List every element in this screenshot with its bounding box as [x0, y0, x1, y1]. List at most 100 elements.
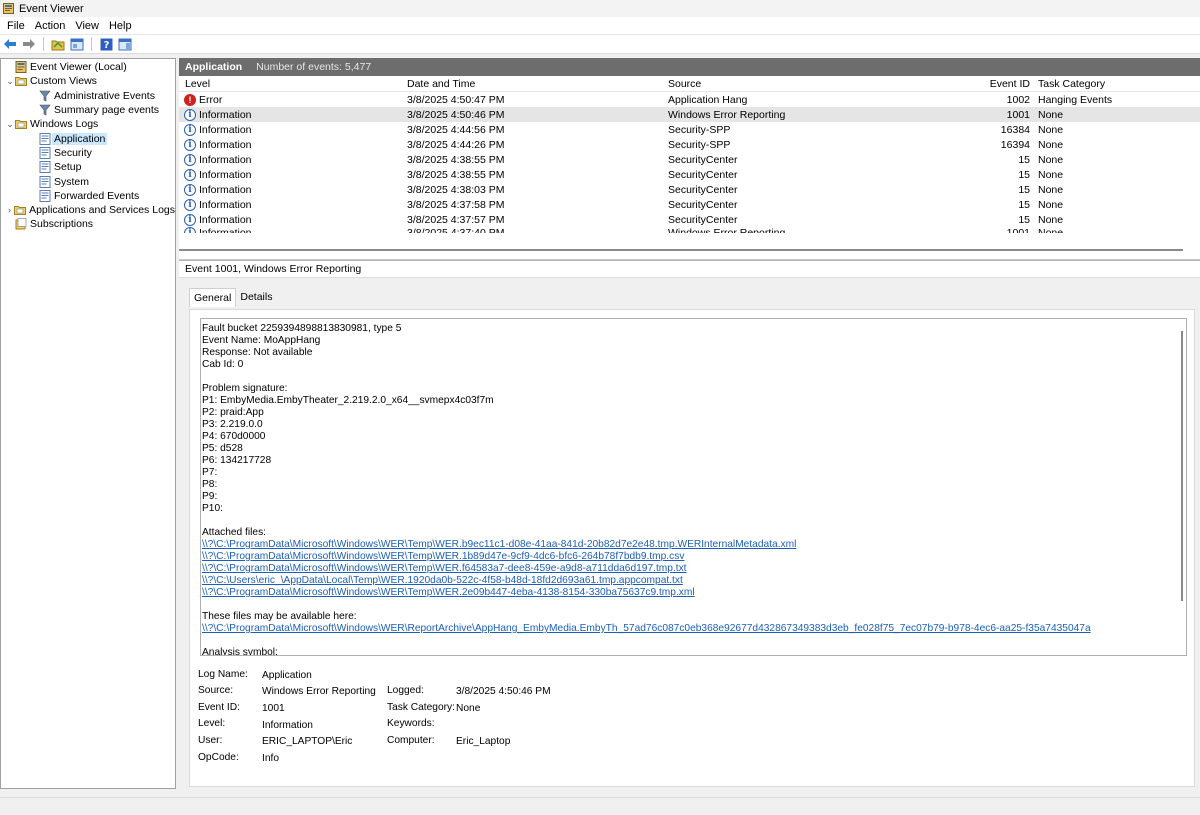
tree-item-security[interactable]: Security — [1, 146, 175, 160]
detail-tabs: General Details — [189, 288, 276, 307]
prop-logged-value: 3/8/2025 4:50:46 PM — [456, 686, 551, 697]
folder-icon — [15, 75, 30, 87]
tree-item-system[interactable]: System — [1, 174, 175, 188]
help-icon[interactable]: ? — [98, 36, 114, 52]
event-row[interactable]: i Information 3/8/2025 4:38:55 PM SecurityC… — [179, 167, 1200, 182]
show-hide-pane-icon[interactable] — [117, 36, 133, 52]
toolbar: ? — [0, 34, 1200, 54]
menu-action[interactable]: Action — [30, 20, 71, 32]
prop-task-category-value: None — [456, 703, 481, 714]
event-description-box[interactable]: Fault bucket 2259394898813830981, type 5… — [200, 318, 1187, 656]
file-path-link[interactable]: \\?\C:\Users\eric_\AppData\Local\Temp\WE… — [202, 575, 1091, 587]
prop-task-category-label: Task Category: — [387, 702, 455, 713]
file-path-link[interactable]: \\?\C:\ProgramData\Microsoft\Windows\WER… — [202, 551, 1091, 563]
prop-level-label: Level: — [198, 718, 226, 729]
open-folder-icon[interactable] — [50, 36, 66, 52]
event-source-cell: Windows Error Reporting — [668, 108, 786, 121]
expand-chevron-icon[interactable]: › — [5, 205, 14, 215]
file-path-link[interactable]: \\?\C:\ProgramData\Microsoft\Windows\WER… — [202, 563, 1091, 575]
event-task-cell: None — [1038, 183, 1064, 196]
description-line: Cab Id: 0 — [202, 359, 244, 370]
file-path-link[interactable]: \\?\C:\ProgramData\Microsoft\Windows\WER… — [202, 623, 1091, 635]
event-source-cell: SecurityCenter — [668, 183, 738, 196]
forward-arrow-icon[interactable] — [21, 36, 37, 52]
event-row[interactable]: i Information 3/8/2025 4:37:57 PM SecurityC… — [179, 212, 1200, 227]
event-level-text: Information — [199, 198, 252, 211]
column-header-task-category[interactable]: Task Category — [1038, 78, 1188, 90]
event-task-cell: None — [1038, 168, 1064, 181]
prop-computer-value: Eric_Laptop — [456, 736, 511, 747]
description-line: P2: praid:App — [202, 407, 264, 418]
information-icon: i — [184, 227, 196, 233]
event-description-text: Fault bucket 2259394898813830981, type 5… — [202, 323, 1091, 655]
column-header-level[interactable]: Level — [179, 78, 401, 90]
tree-item-custom-views[interactable]: ⌄ Custom Views — [1, 74, 175, 88]
event-row[interactable]: i Information 3/8/2025 4:38:55 PM SecurityC… — [179, 152, 1200, 167]
event-row[interactable]: i Information 3/8/2025 4:38:03 PM SecurityC… — [179, 182, 1200, 197]
tree-item-applications-and-services-logs[interactable]: › Applications and Services Logs — [1, 203, 175, 217]
window-title: Event Viewer — [19, 2, 84, 15]
description-line — [202, 371, 1091, 383]
event-row[interactable]: ! Error 3/8/2025 4:50:47 PM Application Han… — [179, 92, 1200, 107]
event-id-cell: 15 — [1018, 153, 1030, 166]
event-row[interactable]: i Information 3/8/2025 4:44:56 PM Security-… — [179, 122, 1200, 137]
tree-item-forwarded-events[interactable]: Forwarded Events — [1, 189, 175, 203]
event-level-text: Information — [199, 123, 252, 136]
event-source-cell: SecurityCenter — [668, 153, 738, 166]
tree-item-application[interactable]: Application — [1, 131, 175, 145]
event-viewer-app-icon — [3, 3, 14, 14]
menu-view[interactable]: View — [70, 20, 104, 32]
tree-item-setup[interactable]: Setup — [1, 160, 175, 174]
event-level-cell: i Information — [179, 123, 401, 136]
back-arrow-icon[interactable] — [2, 36, 18, 52]
description-vertical-scrollbar[interactable] — [1181, 331, 1183, 601]
prop-source-value: Windows Error Reporting — [262, 686, 376, 697]
expand-chevron-icon[interactable]: ⌄ — [5, 76, 15, 87]
event-row[interactable]: i Information 3/8/2025 4:37:58 PM SecurityC… — [179, 197, 1200, 212]
event-id-cell: 1001 — [1006, 108, 1030, 121]
column-header-source[interactable]: Source — [662, 78, 848, 90]
event-level-cell: i Information — [179, 108, 401, 121]
event-id-cell: 15 — [1018, 168, 1030, 181]
information-icon: i — [184, 213, 196, 226]
event-source-cell: Security-SPP — [668, 138, 731, 151]
description-line: Response: Not available — [202, 347, 313, 358]
tree-item-label: Custom Views — [30, 75, 97, 88]
description-line: Fault bucket 2259394898813830981, type 5 — [202, 323, 402, 334]
menu-file[interactable]: File — [2, 20, 30, 32]
filter-icon — [39, 90, 54, 102]
tree-item-summary-page-events[interactable]: Summary page events — [1, 103, 175, 117]
column-header-event-id[interactable]: Event ID — [848, 78, 1038, 90]
properties-icon[interactable] — [69, 36, 85, 52]
menu-help[interactable]: Help — [104, 20, 137, 32]
tree-item-subscriptions[interactable]: Subscriptions — [1, 217, 175, 231]
event-level-cell: i Information — [179, 183, 401, 196]
filter-icon — [39, 104, 54, 116]
event-date-cell: 3/8/2025 4:44:26 PM — [407, 138, 505, 151]
event-row[interactable]: i Information 3/8/2025 4:37:40 PM Windows E… — [179, 227, 1200, 233]
event-count: Number of events: 5,477 — [256, 61, 372, 73]
events-table[interactable]: Level Date and Time Source Event ID Task… — [179, 76, 1200, 260]
file-path-link[interactable]: \\?\C:\ProgramData\Microsoft\Windows\WER… — [202, 587, 1091, 599]
column-header-date[interactable]: Date and Time — [401, 78, 662, 90]
toolbar-separator — [43, 37, 44, 51]
events-horizontal-scrollbar[interactable] — [179, 249, 1183, 251]
expand-chevron-icon[interactable]: ⌄ — [5, 119, 15, 130]
event-date-cell: 3/8/2025 4:44:56 PM — [407, 123, 505, 136]
event-task-cell: None — [1038, 123, 1064, 136]
description-line: P4: 670d0000 — [202, 431, 266, 442]
event-id-cell: 16394 — [1000, 138, 1030, 151]
tree-item-event-viewer-local[interactable]: Event Viewer (Local) — [1, 60, 175, 74]
navigation-tree[interactable]: Event Viewer (Local) ⌄ Custom Views Adminis… — [0, 58, 176, 789]
tab-details[interactable]: Details — [236, 288, 276, 307]
tree-item-administrative-events[interactable]: Administrative Events — [1, 89, 175, 103]
event-row[interactable]: i Information 3/8/2025 4:50:46 PM Windows E… — [179, 107, 1200, 122]
event-id-cell: 16384 — [1000, 123, 1030, 136]
prop-level-value: Information — [262, 720, 313, 731]
tree-item-windows-logs[interactable]: ⌄ Windows Logs — [1, 117, 175, 131]
file-path-link[interactable]: \\?\C:\ProgramData\Microsoft\Windows\WER… — [202, 539, 1091, 551]
prop-log-name-value: Application — [262, 670, 312, 681]
tab-general[interactable]: General — [189, 288, 237, 307]
event-date-cell: 3/8/2025 4:38:55 PM — [407, 153, 505, 166]
event-row[interactable]: i Information 3/8/2025 4:44:26 PM Security-… — [179, 137, 1200, 152]
